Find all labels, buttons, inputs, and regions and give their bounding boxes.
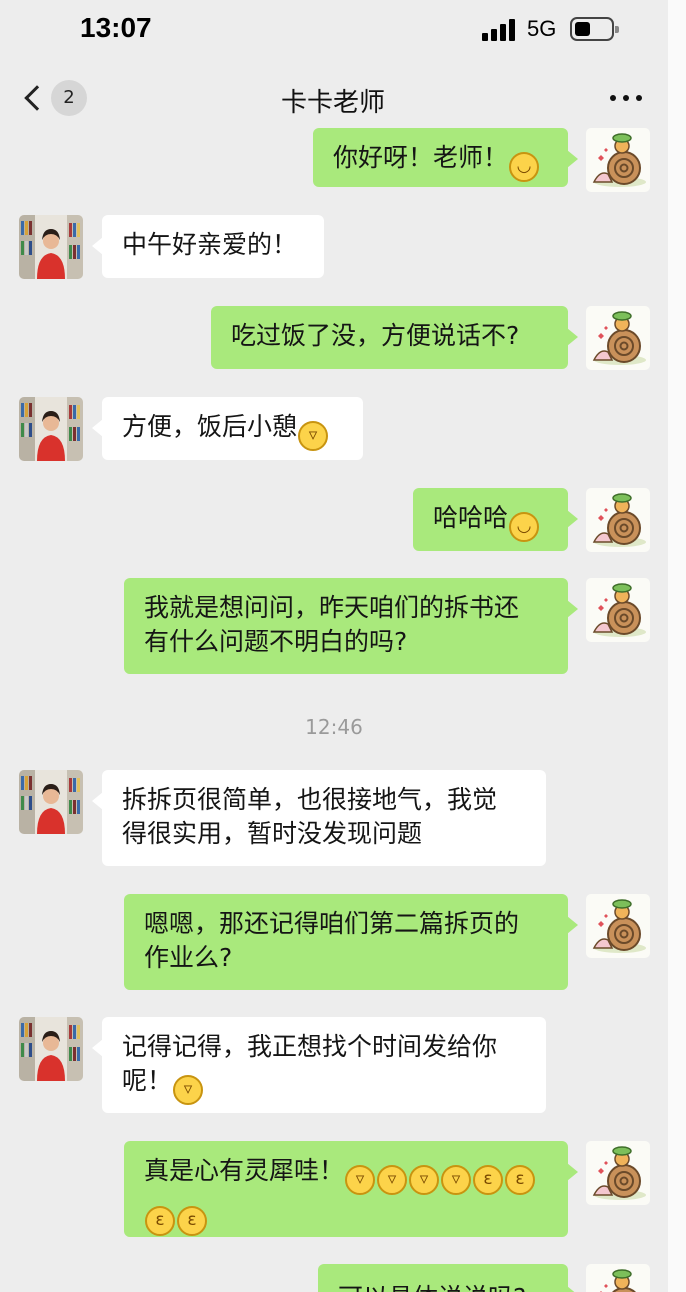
my-avatar[interactable]: [586, 1264, 650, 1292]
network-label: 5G: [527, 16, 557, 41]
scroll-edge: [668, 0, 686, 1292]
message-text-line: 有什么问题不明白的吗?: [144, 627, 408, 656]
message-row-outgoing: 可以具体说说吗?: [0, 1264, 686, 1292]
message-text: 吃过饭了没，方便说话不?: [231, 321, 520, 350]
chat-header: 2 卡卡老师: [0, 62, 686, 132]
kiss-emoji-icon: ε: [177, 1206, 207, 1236]
battery-icon: [570, 17, 619, 41]
my-avatar[interactable]: [586, 306, 650, 370]
grin-emoji-icon: ▿: [377, 1165, 408, 1195]
message-text: 你好呀！老师！: [333, 143, 509, 172]
message-bubble-outgoing[interactable]: 你好呀！老师！ ◡: [313, 128, 578, 187]
more-options-button[interactable]: [608, 92, 644, 106]
grin-emoji-icon: ▿: [298, 421, 329, 451]
message-text: 哈哈哈: [433, 503, 509, 532]
message-bubble-outgoing[interactable]: 我就是想问问，昨天咱们的拆书还 有什么问题不明白的吗?: [124, 578, 578, 674]
kiss-emoji-icon: ε: [505, 1165, 536, 1195]
message-bubble-outgoing[interactable]: 吃过饭了没，方便说话不?: [211, 306, 578, 369]
message-bubble-outgoing[interactable]: 嗯嗯，那还记得咱们第二篇拆页的 作业么?: [124, 894, 578, 990]
message-text-line: 我就是想问问，昨天咱们的拆书还: [144, 593, 520, 622]
my-avatar[interactable]: [586, 894, 650, 958]
message-text-line: 真是心有灵犀哇！: [144, 1156, 345, 1185]
message-bubble-incoming[interactable]: 方便，饭后小憩 ▿: [92, 397, 363, 460]
contact-avatar[interactable]: [19, 770, 83, 834]
message-bubble-incoming[interactable]: 拆拆页很简单，也很接地气，我觉 得很实用，暂时没发现问题: [92, 770, 546, 866]
smile-emoji-icon: ◡: [509, 512, 540, 542]
message-bubble-outgoing[interactable]: 可以具体说说吗?: [318, 1264, 578, 1292]
message-text-line: 得很实用，暂时没发现问题: [122, 819, 423, 848]
message-text-line: 呢！: [122, 1066, 173, 1095]
message-text-line: 记得记得，我正想找个时间发给你: [122, 1032, 498, 1061]
kiss-emoji-icon: ε: [145, 1206, 175, 1236]
chat-title: 卡卡老师: [280, 88, 385, 118]
message-bubble-outgoing[interactable]: 真是心有灵犀哇！ ▿ ▿ ▿ ▿ ε ε εε: [124, 1141, 578, 1237]
contact-avatar[interactable]: [19, 1017, 83, 1081]
contact-avatar[interactable]: [19, 215, 83, 279]
my-avatar[interactable]: [586, 1141, 650, 1205]
status-time: 13:07: [80, 12, 152, 43]
status-bar: 13:07 5G: [0, 0, 686, 62]
message-bubble-incoming[interactable]: 中午好亲爱的！: [92, 215, 324, 278]
smile-emoji-icon: ◡: [509, 152, 540, 182]
contact-avatar[interactable]: [19, 397, 83, 461]
message-text: 中午好亲爱的！: [122, 230, 298, 259]
message-text-line: 嗯嗯，那还记得咱们第二篇拆页的: [144, 909, 520, 938]
timestamp: 12:46: [305, 715, 363, 739]
grin-emoji-icon: ▿: [345, 1165, 376, 1195]
my-avatar[interactable]: [586, 128, 650, 192]
signal-icon: [482, 19, 518, 41]
grin-emoji-icon: ▿: [409, 1165, 440, 1195]
message-bubble-incoming[interactable]: 记得记得，我正想找个时间发给你 呢！ ▿: [92, 1017, 546, 1113]
message-text: 方便，饭后小憩: [122, 412, 298, 441]
grin-emoji-icon: ▿: [441, 1165, 472, 1195]
kiss-emoji-icon: ε: [473, 1165, 504, 1195]
more-icon: [610, 95, 616, 101]
grin-emoji-icon: ▿: [173, 1075, 204, 1105]
message-text-line: 作业么?: [144, 943, 233, 972]
my-avatar[interactable]: [586, 578, 650, 642]
message-text: 可以具体说说吗?: [338, 1283, 526, 1292]
message-text-line: 拆拆页很简单，也很接地气，我觉: [122, 785, 498, 814]
message-bubble-outgoing[interactable]: 哈哈哈 ◡: [413, 488, 578, 551]
my-avatar[interactable]: [586, 488, 650, 552]
